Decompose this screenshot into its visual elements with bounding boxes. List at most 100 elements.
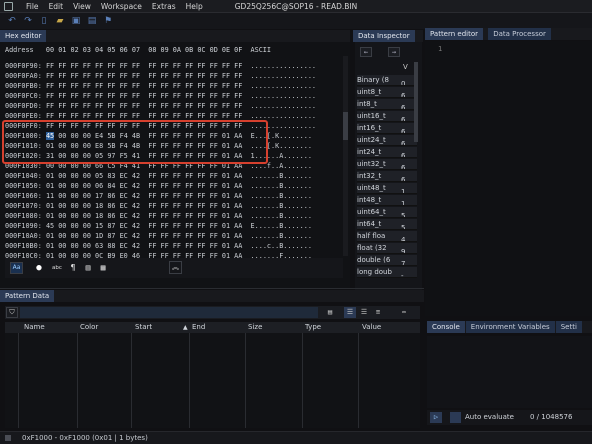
hex-bytes[interactable]: FF FF FF FF FF FF FF FF FF FF FF FF FF F…: [46, 62, 242, 70]
tab-pattern-data[interactable]: Pattern Data: [0, 290, 55, 302]
bookmark-icon[interactable]: ⚑: [102, 15, 114, 27]
di-scrollbar[interactable]: [414, 62, 418, 142]
hex-ascii[interactable]: ................: [251, 82, 316, 90]
next-arrow-icon[interactable]: →: [388, 47, 400, 57]
hex-row[interactable]: 000F0FB0: FF FF FF FF FF FF FF FF FF FF …: [5, 81, 316, 91]
hex-ascii[interactable]: ................: [251, 112, 316, 120]
new-file-icon[interactable]: ▯: [38, 15, 50, 27]
data-inspector-row[interactable]: long doub -: [357, 267, 417, 278]
hex-ascii[interactable]: .......B.......: [251, 212, 312, 220]
hex-bytes[interactable]: 01 00 00 00 06 84 EC 42 FF FF FF FF FF F…: [46, 182, 242, 190]
col-size[interactable]: Size: [248, 322, 262, 333]
save-as-icon[interactable]: ▤: [86, 15, 98, 27]
pattern-search-input[interactable]: [20, 307, 318, 318]
tab-data-inspector[interactable]: Data Inspector: [353, 30, 415, 42]
data-inspector-row[interactable]: uint8_t 6: [357, 87, 417, 98]
data-inspector-row[interactable]: half floa 4: [357, 231, 417, 242]
data-inspector-row[interactable]: int48_t 1: [357, 195, 417, 206]
hex-bytes[interactable]: 11 00 00 00 17 86 EC 42 FF FF FF FF FF F…: [46, 192, 242, 200]
hex-ascii[interactable]: E......B.......: [251, 222, 312, 230]
col-type[interactable]: Type: [305, 322, 321, 333]
hex-bytes[interactable]: 01 00 00 00 63 88 EC 42 FF FF FF FF FF F…: [46, 242, 242, 250]
data-inspector-row[interactable]: double (6 7: [357, 255, 417, 266]
expand-icon[interactable]: ☰: [344, 307, 356, 318]
hex-ascii[interactable]: ................: [251, 72, 316, 80]
hex-ascii[interactable]: .......B.......: [251, 202, 312, 210]
data-inspector-row[interactable]: int32_t 6: [357, 171, 417, 182]
data-inspector-row[interactable]: float (32 9: [357, 243, 417, 254]
hex-ascii[interactable]: .......B.......: [251, 182, 312, 190]
hex-scrollbar[interactable]: [343, 56, 348, 256]
hex-row[interactable]: 000F0FC0: FF FF FF FF FF FF FF FF FF FF …: [5, 91, 316, 101]
data-inspector-row[interactable]: uint32_t 6: [357, 159, 417, 170]
hex-bytes[interactable]: FF FF FF FF FF FF FF FF FF FF FF FF FF F…: [46, 92, 242, 100]
tab-data-processor[interactable]: Data Processor: [488, 28, 551, 40]
hex-ascii[interactable]: ................: [251, 92, 316, 100]
data-inspector-row[interactable]: Binary (8 0: [357, 75, 417, 86]
hex-scrollbar-thumb[interactable]: [343, 112, 348, 140]
hex-row[interactable]: 000F1040: 01 00 00 00 05 83 EC 42 FF FF …: [5, 171, 312, 181]
hex-bytes[interactable]: FF FF FF FF FF FF FF FF FF FF FF FF FF F…: [46, 82, 242, 90]
hex-row[interactable]: 000F1060: 11 00 00 00 17 86 EC 42 FF FF …: [5, 191, 312, 201]
tab-pattern-editor[interactable]: Pattern editor: [425, 28, 484, 40]
data-inspector-row[interactable]: int64_t 5: [357, 219, 417, 230]
data-inspector-row[interactable]: uint64_t 5: [357, 207, 417, 218]
hex-row[interactable]: 000F0F90: FF FF FF FF FF FF FF FF FF FF …: [5, 61, 316, 71]
hex-row[interactable]: 000F1050: 01 00 00 00 06 84 EC 42 FF FF …: [5, 181, 312, 191]
save-icon[interactable]: ▣: [70, 15, 82, 27]
hex-ascii[interactable]: ................: [251, 62, 316, 70]
prev-arrow-icon[interactable]: ←: [360, 47, 372, 57]
auto-evaluate-checkbox[interactable]: [450, 412, 461, 423]
hex-row[interactable]: 000F1090: 45 00 00 00 15 87 EC 42 FF FF …: [5, 221, 312, 231]
hex-bytes[interactable]: 45 00 00 00 15 87 EC 42 FF FF FF FF FF F…: [46, 222, 242, 230]
data-inspector-row[interactable]: uint24_t 6: [357, 135, 417, 146]
col-end[interactable]: End: [192, 322, 205, 333]
hex-row[interactable]: 000F1070: 01 00 00 00 18 86 EC 42 FF FF …: [5, 201, 312, 211]
tab-settings[interactable]: Setti: [555, 321, 582, 333]
data-inspector-row[interactable]: int24_t 6: [357, 147, 417, 158]
hex-row[interactable]: 000F10A0: 01 00 00 00 1D 87 EC 42 FF FF …: [5, 231, 312, 241]
hex-bytes[interactable]: FF FF FF FF FF FF FF FF FF FF FF FF FF F…: [46, 102, 242, 110]
collapse-icon[interactable]: ☰: [358, 307, 370, 318]
hex-row[interactable]: 000F10B0: 01 00 00 00 63 88 EC 42 FF FF …: [5, 241, 312, 251]
tab-console[interactable]: Console: [427, 321, 465, 333]
filter-icon[interactable]: ⛉: [6, 307, 18, 318]
sort-icon[interactable]: ▤: [324, 307, 336, 318]
col-color[interactable]: Color: [80, 322, 98, 333]
hex-ascii[interactable]: .......B.......: [251, 232, 312, 240]
tab-environment-variables[interactable]: Environment Variables: [465, 321, 555, 333]
hex-row[interactable]: 000F0FD0: FF FF FF FF FF FF FF FF FF FF …: [5, 101, 316, 111]
redo-icon[interactable]: ↷: [22, 15, 34, 27]
col-value[interactable]: Value: [362, 322, 381, 333]
pattern-editor-area[interactable]: [425, 41, 592, 316]
collapse-up-icon[interactable]: ︽: [169, 261, 182, 274]
hex-bytes[interactable]: 01 00 00 00 05 83 EC 42 FF FF FF FF FF F…: [46, 172, 242, 180]
data-inspector-row[interactable]: uint48_t 1: [357, 183, 417, 194]
hex-bytes[interactable]: 01 00 00 00 18 86 EC 42 FF FF FF FF FF F…: [46, 202, 242, 210]
paragraph-icon[interactable]: ¶: [68, 262, 78, 274]
grid-icon[interactable]: ▦: [98, 262, 108, 274]
col-start[interactable]: Start: [135, 322, 152, 333]
hex-bytes[interactable]: FF FF FF FF FF FF FF FF FF FF FF FF FF F…: [46, 72, 242, 80]
data-inspector-row[interactable]: int8_t 6: [357, 99, 417, 110]
bulb-icon[interactable]: ●: [33, 262, 45, 274]
open-folder-icon[interactable]: ▰: [54, 15, 66, 27]
data-inspector-row[interactable]: uint16_t 6: [357, 111, 417, 122]
map-icon[interactable]: ▥: [83, 262, 93, 274]
hex-bytes[interactable]: 01 00 00 00 18 86 EC 42 FF FF FF FF FF F…: [46, 212, 242, 220]
hex-ascii[interactable]: ....c..B.......: [251, 242, 312, 250]
tab-hex-editor[interactable]: Hex editor: [0, 30, 47, 42]
hex-bytes[interactable]: 01 00 00 00 1D 87 EC 42 FF FF FF FF FF F…: [46, 232, 242, 240]
hex-ascii[interactable]: .......B.......: [251, 172, 312, 180]
undo-icon[interactable]: ↶: [6, 15, 18, 27]
hex-row[interactable]: 000F0FA0: FF FF FF FF FF FF FF FF FF FF …: [5, 71, 316, 81]
export-icon[interactable]: ⇔: [398, 307, 410, 318]
data-inspector-row[interactable]: int16_t 6: [357, 123, 417, 134]
abc-icon[interactable]: abc: [50, 262, 64, 274]
font-icon[interactable]: Aa: [10, 262, 23, 274]
hex-ascii[interactable]: .......B.......: [251, 192, 312, 200]
play-icon[interactable]: ▷: [430, 412, 442, 423]
col-name[interactable]: Name: [24, 322, 45, 333]
list-icon[interactable]: ≡: [372, 307, 384, 318]
hex-ascii[interactable]: ................: [251, 102, 316, 110]
